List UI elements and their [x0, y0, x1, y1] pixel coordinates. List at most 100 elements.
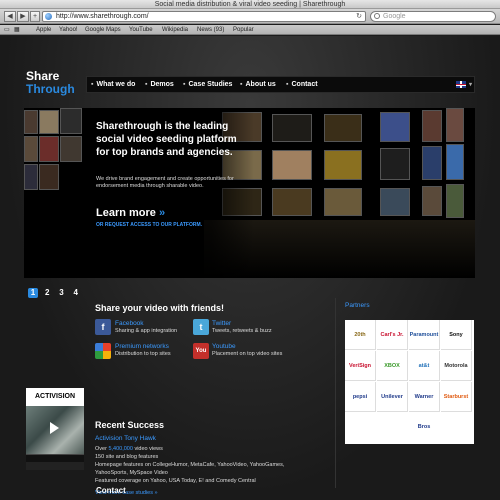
share-heading: Share your video with friends! — [95, 303, 225, 313]
bookmark-google-maps[interactable]: Google Maps — [85, 25, 121, 35]
youtube-desc: Placement on top video sites — [212, 351, 283, 357]
add-bookmark-button[interactable]: + — [30, 11, 40, 22]
partner-logo[interactable]: Sony Pictures — [441, 320, 472, 368]
youtube-link[interactable]: Youtube — [212, 343, 236, 350]
web-page: Share Through What we do Demos Case Stud… — [0, 36, 500, 500]
case-study-video[interactable]: ACTIVISION — [26, 388, 84, 470]
premium-networks-icon[interactable] — [95, 343, 111, 359]
video-thumbnail — [60, 108, 82, 134]
bookmark-apple[interactable]: Apple — [36, 25, 51, 35]
partner-logo[interactable]: XBOX — [377, 351, 408, 381]
hero-title: Sharethrough is the leading social video… — [96, 121, 237, 158]
pager-3[interactable]: 3 — [56, 288, 66, 298]
forward-button[interactable]: ▶ — [17, 11, 29, 22]
learn-more-link[interactable]: Learn more » — [96, 207, 165, 219]
partner-logo[interactable]: Paramount — [409, 320, 440, 350]
stat-line: Featured coverage on Yahoo, USA Today, E… — [95, 478, 256, 484]
bookmark-youtube[interactable]: YouTube — [129, 25, 153, 35]
partner-logo[interactable]: 20th Century Fox — [345, 320, 376, 398]
partner-logo[interactable]: pepsi — [345, 382, 376, 412]
stat-line: 150 site and blog features — [95, 454, 159, 460]
partner-logo[interactable]: Warner Bros — [409, 382, 440, 430]
activision-logo: ACTIVISION — [26, 388, 84, 406]
bookmarks-bar: ▭ ▦ Apple Yahoo! Google Maps YouTube Wik… — [0, 25, 500, 35]
slide-pager: 1 2 3 4 — [28, 288, 83, 298]
video-thumbnail — [380, 148, 410, 180]
bookmarks-icon[interactable]: ▭ — [4, 25, 10, 35]
premium-networks-link[interactable]: Premium networks — [115, 343, 169, 350]
facebook-desc: Sharing & app integration — [115, 328, 178, 334]
bookmark-popular[interactable]: Popular — [233, 25, 254, 35]
partners-heading: Partners — [345, 302, 370, 309]
nav-demos[interactable]: Demos — [145, 81, 173, 88]
video-thumbnail — [422, 110, 442, 142]
partner-logo[interactable]: Carl's Jr. — [377, 320, 408, 350]
partner-logo[interactable]: at&t — [409, 351, 440, 381]
video-thumbnail — [60, 136, 82, 162]
youtube-icon[interactable]: You — [193, 343, 209, 359]
bookmark-wikipedia[interactable]: Wikipedia — [162, 25, 188, 35]
pager-1[interactable]: 1 — [28, 288, 38, 298]
hero-subtitle: We drive brand engagement and create opp… — [96, 176, 234, 189]
video-thumbnail — [272, 150, 312, 180]
twitter-link[interactable]: Twitter — [212, 320, 231, 327]
video-thumbnail — [380, 188, 410, 216]
stat-line: YahooSports, MySpace Video — [95, 470, 168, 476]
search-placeholder: Google — [383, 13, 406, 20]
request-access-link[interactable]: OR REQUEST ACCESS TO OUR PLATFORM. — [96, 222, 202, 228]
divider — [335, 298, 336, 488]
main-nav: What we do Demos Case Studies About us C… — [86, 76, 475, 93]
top-sites-icon[interactable]: ▦ — [14, 25, 20, 35]
nav-case-studies[interactable]: Case Studies — [183, 81, 232, 88]
video-thumbnail — [24, 110, 38, 134]
chevron-down-icon[interactable]: ▾ — [469, 81, 472, 88]
twitter-icon[interactable]: t — [193, 319, 209, 335]
hero-banner[interactable]: Sharethrough is the leading social video… — [24, 108, 475, 278]
facebook-icon[interactable]: f — [95, 319, 111, 335]
recent-success-heading: Recent Success — [95, 420, 165, 430]
video-thumbnail — [446, 184, 464, 218]
site-logo[interactable]: Share Through — [26, 70, 75, 96]
play-icon[interactable] — [50, 422, 59, 434]
back-button[interactable]: ◀ — [4, 11, 16, 22]
browser-toolbar: ◀ ▶ + http://www.sharethrough.com/ ↻ Goo… — [0, 9, 500, 24]
address-text: http://www.sharethrough.com/ — [56, 13, 149, 20]
pager-2[interactable]: 2 — [42, 288, 52, 298]
bookmark-yahoo[interactable]: Yahoo! — [59, 25, 78, 35]
video-thumbnail — [39, 136, 59, 162]
video-thumbnail — [24, 164, 38, 190]
video-thumbnail — [24, 136, 38, 162]
video-thumbnail — [446, 108, 464, 142]
bookmark-news[interactable]: News (93) — [197, 25, 224, 35]
video-thumbnail — [272, 188, 312, 216]
video-thumbnail — [380, 112, 410, 142]
nav-about-us[interactable]: About us — [240, 81, 275, 88]
window-title: Social media distribution & viral video … — [0, 0, 500, 9]
stat-line: Over 5,400,000 video views — [95, 446, 163, 452]
premium-networks-desc: Distribution to top sites — [115, 351, 171, 357]
video-thumbnail — [446, 144, 464, 180]
address-bar[interactable]: http://www.sharethrough.com/ ↻ — [42, 11, 366, 22]
pager-4[interactable]: 4 — [71, 288, 81, 298]
case-study-title[interactable]: Activision Tony Hawk — [95, 435, 156, 442]
video-thumbnail — [324, 188, 362, 216]
reload-icon[interactable]: ↻ — [356, 12, 362, 21]
nav-contact[interactable]: Contact — [286, 81, 317, 88]
globe-icon — [45, 13, 52, 20]
search-icon — [374, 13, 380, 19]
stat-line: Homepage features on CollegeHumor, MetaC… — [95, 462, 285, 468]
partner-logo[interactable]: VeriSign — [345, 351, 376, 381]
video-thumbnail — [324, 150, 362, 180]
video-thumbnail — [422, 146, 442, 180]
uk-flag-icon[interactable] — [456, 81, 466, 88]
partner-logo[interactable]: Motorola — [441, 351, 472, 381]
search-input[interactable]: Google — [370, 11, 496, 22]
nav-what-we-do[interactable]: What we do — [91, 81, 135, 88]
logo-line-2: Through — [26, 82, 75, 96]
twitter-desc: Tweets, retweets & buzz — [212, 328, 272, 334]
partner-logo[interactable]: Starburst — [441, 382, 472, 412]
partner-logo[interactable]: Unilever — [377, 382, 408, 412]
facebook-link[interactable]: Facebook — [115, 320, 144, 327]
video-thumbnail — [272, 114, 312, 142]
video-controls[interactable] — [26, 454, 84, 462]
